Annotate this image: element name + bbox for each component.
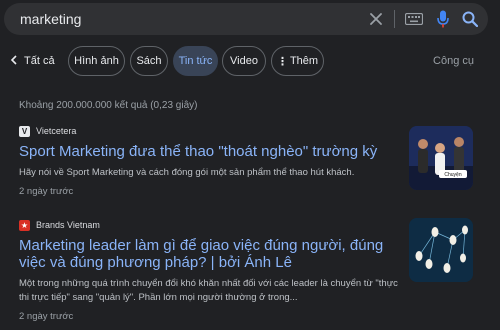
source-name: Brands Vietnam [36,220,100,230]
chevron-left-icon [10,54,18,68]
result-snippet: Hãy nói về Sport Marketing và cách đóng … [19,167,355,178]
more-vert-icon: ⋮ [276,55,288,68]
thumbnail-caption: Chuyện [444,172,461,178]
news-result: ★ Brands Vietnam Marketing leader làm gì… [19,219,399,322]
result-date: 2 ngày trước [19,311,74,322]
news-result: V Vietcetera Sport Marketing đưa thể tha… [19,125,399,197]
search-bar-divider [394,10,395,28]
tab-books[interactable]: Sách [130,46,168,76]
tab-images[interactable]: Hình ảnh [68,46,125,76]
tab-books-label: Sách [136,55,162,67]
source-name: Vietcetera [36,126,77,136]
result-title-link[interactable]: Sport Marketing đưa thể thao "thoát nghè… [19,143,399,160]
vietcetera-favicon-icon: V [19,125,30,137]
search-bar[interactable]: marketing [4,3,488,35]
result-source[interactable]: V Vietcetera [19,125,399,137]
result-date: 2 ngày trước [19,186,74,197]
brands-vietnam-star-icon: ★ [19,219,30,231]
result-snippet: Một trong những quá trình chuyển đổi khó… [19,278,398,303]
search-input[interactable]: marketing [20,11,81,27]
search-icon[interactable] [460,9,480,29]
keyboard-icon[interactable] [404,9,424,29]
tab-video[interactable]: Video [222,46,266,76]
result-thumbnail[interactable]: Chuyện [409,126,473,190]
result-title-link[interactable]: Marketing leader làm gì để giao việc đún… [19,237,399,271]
tab-news[interactable]: Tin tức [173,46,218,76]
microphone-icon[interactable] [433,9,453,29]
result-source[interactable]: ★ Brands Vietnam [19,219,399,231]
tab-images-label: Hình ảnh [74,55,119,67]
tab-more[interactable]: ⋮ Thêm [271,46,324,76]
tab-news-label: Tin tức [178,55,213,67]
tab-more-label: Thêm [289,55,319,67]
tools-button[interactable]: Công cụ [433,55,474,67]
filter-bar: Tất cả Hình ảnh Sách Tin tức Video ⋮ Thê… [0,46,500,76]
tab-video-label: Video [230,55,258,67]
tab-all[interactable]: Tất cả [10,46,62,76]
result-thumbnail[interactable] [409,218,473,282]
result-stats: Khoảng 200.000.000 kết quả (0,23 giây) [19,100,198,111]
clear-icon[interactable] [366,9,386,29]
tab-all-label: Tất cả [24,55,55,67]
